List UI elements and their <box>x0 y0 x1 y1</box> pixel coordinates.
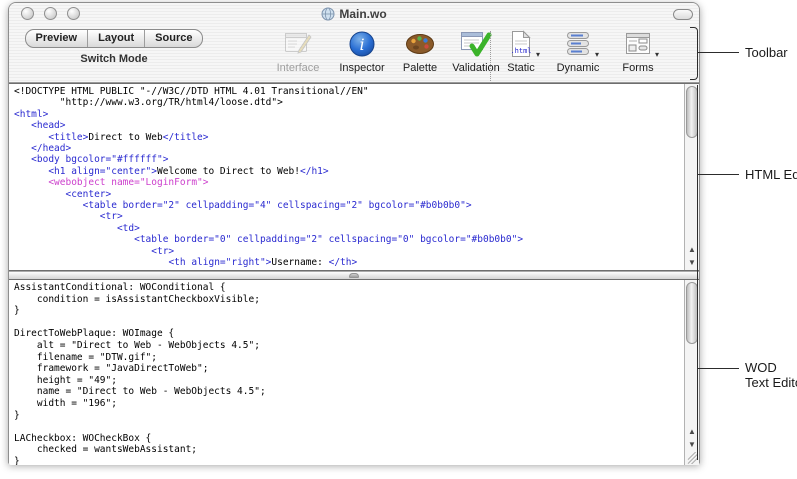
screenshot-canvas: Main.wo Preview Layout Source Switch Mod… <box>0 0 797 479</box>
html-editor-pane[interactable]: <!DOCTYPE HTML PUBLIC "-//W3C//DTD HTML … <box>9 83 699 271</box>
switch-mode-label: Switch Mode <box>24 53 204 65</box>
paint-palette-icon <box>405 27 435 61</box>
toolbar-item-label: Dynamic <box>557 62 600 74</box>
wod-editor-pane[interactable]: AssistantConditional: WOConditional { co… <box>9 279 699 465</box>
toolbar-item-label: Palette <box>403 62 437 74</box>
validation-checkmark-icon <box>460 27 492 61</box>
toolbar-item-label: Validation <box>452 62 500 74</box>
switch-mode-control: Preview Layout Source <box>25 29 204 48</box>
element-palette-group: .html ▾ Static <box>495 27 667 74</box>
preview-button[interactable]: Preview <box>26 30 89 47</box>
dropdown-arrow-icon: ▾ <box>655 51 659 59</box>
window-header: Main.wo Preview Layout Source Switch Mod… <box>9 3 699 83</box>
splitter-grip-icon[interactable] <box>349 273 359 278</box>
main-window: Main.wo Preview Layout Source Switch Mod… <box>8 2 700 464</box>
html-editor-annotation-line <box>698 174 739 175</box>
wod-editor-annotation-label: WOD Text Editor <box>745 360 797 390</box>
toolbar-item-inspector[interactable]: i Inspector <box>329 27 395 74</box>
minimize-button[interactable] <box>44 7 57 20</box>
info-circle-icon: i <box>348 27 376 61</box>
window-title: Main.wo <box>339 7 386 21</box>
title-bar[interactable]: Main.wo <box>9 3 699 25</box>
toolbar-annotation-bracket <box>690 27 698 80</box>
wod-source-code[interactable]: AssistantConditional: WOConditional { co… <box>9 280 684 465</box>
toolbar-toggle-button[interactable] <box>673 9 693 20</box>
toolbar: Preview Layout Source Switch Mode <box>9 25 699 83</box>
zoom-button[interactable] <box>67 7 80 20</box>
toolbar-annotation-label: Toolbar <box>745 45 788 60</box>
toolbar-item-dynamic[interactable]: ▾ Dynamic <box>547 27 609 74</box>
editors-annotation-line <box>697 85 698 460</box>
toolbar-item-label: Inspector <box>339 62 384 74</box>
window-controls <box>21 7 80 20</box>
document-icon <box>321 7 335 21</box>
toolbar-item-static[interactable]: .html ▾ Static <box>495 27 547 74</box>
svg-text:i: i <box>359 35 364 54</box>
svg-text:.html: .html <box>510 47 531 55</box>
toolbar-item-interface[interactable]: Interface <box>267 27 329 74</box>
title-group: Main.wo <box>321 7 386 21</box>
interface-window-pencil-icon <box>283 27 313 61</box>
dropdown-arrow-icon: ▾ <box>595 51 599 59</box>
layout-button[interactable]: Layout <box>88 30 145 47</box>
html-editor-annotation-label: HTML Editor <box>745 167 797 182</box>
toolbar-item-label: Static <box>507 62 535 74</box>
toolbar-item-forms[interactable]: ▾ Forms <box>609 27 667 74</box>
wod-annotation-line1: WOD <box>745 360 797 375</box>
toolbar-item-palette[interactable]: Palette <box>395 27 445 74</box>
toolbar-item-label: Forms <box>622 62 653 74</box>
toolbar-item-label: Interface <box>277 62 320 74</box>
wod-annotation-line2: Text Editor <box>745 375 797 390</box>
form-window-icon: ▾ <box>623 27 653 61</box>
source-button[interactable]: Source <box>145 30 202 47</box>
dynamic-elements-icon: ▾ <box>563 27 593 61</box>
html-document-icon: .html ▾ <box>508 27 534 61</box>
inspector-tool-group: Interface i Inspector <box>267 27 507 74</box>
pane-splitter[interactable] <box>9 271 699 279</box>
dropdown-arrow-icon: ▾ <box>536 51 540 59</box>
toolbar-annotation-line <box>698 52 739 53</box>
wod-editor-annotation-line <box>698 368 739 369</box>
close-button[interactable] <box>21 7 34 20</box>
switch-mode-group: Preview Layout Source Switch Mode <box>24 28 204 65</box>
html-source-code[interactable]: <!DOCTYPE HTML PUBLIC "-//W3C//DTD HTML … <box>9 84 684 270</box>
